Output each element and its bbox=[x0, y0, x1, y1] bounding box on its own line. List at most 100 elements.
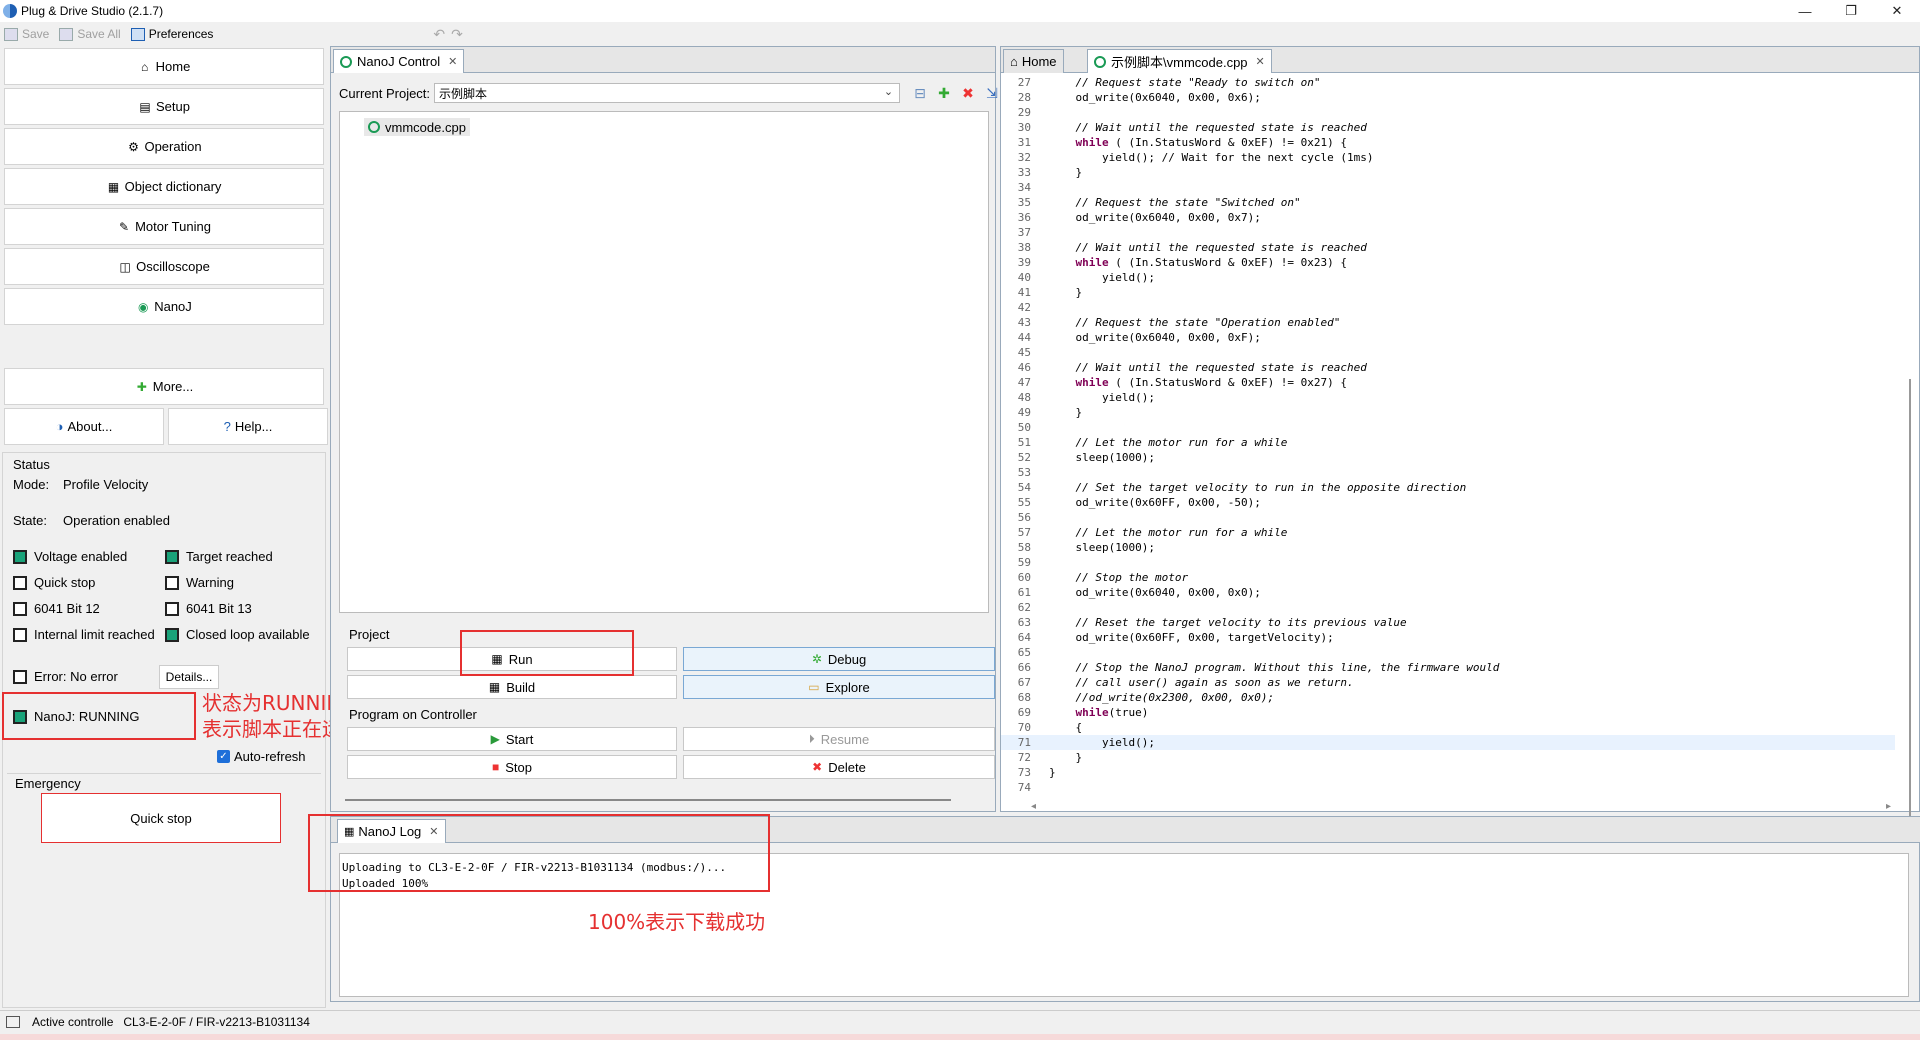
tab-vmmcode[interactable]: 示例脚本\vmmcode.cpp ✕ bbox=[1087, 49, 1272, 73]
maximize-button[interactable]: ❐ bbox=[1828, 0, 1874, 22]
line-text: // Request the state "Operation enabled" bbox=[1049, 316, 1341, 329]
line-number: 45 bbox=[1017, 346, 1031, 359]
import-icon[interactable]: ⊟ bbox=[911, 85, 929, 101]
code-line: 64 od_write(0x60FF, 0x00, targetVelocity… bbox=[1001, 630, 1895, 645]
code-line: 38 // Wait until the requested state is … bbox=[1001, 240, 1895, 255]
setup-icon: ▤ bbox=[139, 99, 151, 114]
line-text: //od_write(0x2300, 0x00, 0x0); bbox=[1049, 691, 1275, 704]
code-line: 30 // Wait until the requested state is … bbox=[1001, 120, 1895, 135]
code-line: 39 while ( (In.StatusWord & 0xEF) != 0x2… bbox=[1001, 255, 1895, 270]
explore-button[interactable]: ▭ Explore bbox=[683, 675, 995, 699]
nav-object-dictionary-button[interactable]: ▦ Object dictionary bbox=[4, 168, 324, 205]
close-tab-icon[interactable]: ✕ bbox=[448, 55, 457, 68]
export-icon[interactable]: ⇲ bbox=[983, 85, 1001, 101]
horizontal-scrollbar[interactable] bbox=[345, 799, 951, 801]
close-tab-icon[interactable]: ✕ bbox=[1256, 55, 1265, 68]
about-button[interactable]: ◑ About... bbox=[4, 408, 164, 445]
mode-label: Mode: bbox=[13, 477, 50, 492]
flag-quick-stop: Quick stop bbox=[13, 575, 95, 590]
annotation-box-upload bbox=[308, 814, 770, 892]
code-line: 74 bbox=[1001, 780, 1895, 795]
code-line: 42 bbox=[1001, 300, 1895, 315]
quick-stop-button[interactable]: Quick stop bbox=[41, 793, 281, 843]
line-number: 48 bbox=[1017, 391, 1031, 404]
line-number: 53 bbox=[1017, 466, 1031, 479]
code-line: 50 bbox=[1001, 420, 1895, 435]
line-number: 31 bbox=[1017, 136, 1031, 149]
active-controller-label: Active controlle bbox=[32, 1014, 114, 1029]
build-button[interactable]: ▦ Build bbox=[347, 675, 677, 699]
remove-icon[interactable]: ✖ bbox=[959, 85, 977, 101]
nav-operation-button[interactable]: ⚙ Operation bbox=[4, 128, 324, 165]
line-number: 50 bbox=[1017, 421, 1031, 434]
code-line: 70 { bbox=[1001, 720, 1895, 735]
line-text: } bbox=[1049, 406, 1083, 419]
tab-home[interactable]: ⌂ Home bbox=[1003, 49, 1064, 73]
keyword: while bbox=[1075, 136, 1109, 149]
add-icon[interactable]: ✚ bbox=[935, 85, 953, 101]
nav-home-button[interactable]: ⌂ Home bbox=[4, 48, 324, 85]
nav-motor-tuning-button[interactable]: ✎ Motor Tuning bbox=[4, 208, 324, 245]
debug-button[interactable]: ✲ Debug bbox=[683, 647, 995, 671]
bug-icon: ✲ bbox=[811, 652, 822, 666]
editor-horizontal-scrollbar[interactable]: ◂ ▸ bbox=[1031, 801, 1891, 813]
nav-nanoj-button[interactable]: ◉ NanoJ bbox=[4, 288, 324, 325]
tree-item-file[interactable]: vmmcode.cpp bbox=[364, 118, 470, 136]
code-line: 41 } bbox=[1001, 285, 1895, 300]
details-button[interactable]: Details... bbox=[159, 665, 219, 689]
stop-icon: ■ bbox=[492, 760, 500, 774]
line-text: } bbox=[1049, 751, 1083, 764]
code-line: 67 // call user() again as soon as we re… bbox=[1001, 675, 1895, 690]
info-logo-icon: ◑ bbox=[55, 419, 64, 434]
code-line: 60 // Stop the motor bbox=[1001, 570, 1895, 585]
minimize-button[interactable]: — bbox=[1782, 0, 1828, 22]
state-label: State: bbox=[13, 513, 47, 528]
line-number: 63 bbox=[1017, 616, 1031, 629]
project-tools: ⊟ ✚ ✖ ⇲ bbox=[911, 85, 1007, 101]
help-button[interactable]: ? Help... bbox=[168, 408, 328, 445]
oscilloscope-icon: ◫ bbox=[119, 259, 131, 274]
line-number: 42 bbox=[1017, 301, 1031, 314]
flag-voltage-enabled: Voltage enabled bbox=[13, 549, 127, 564]
line-number: 54 bbox=[1017, 481, 1031, 494]
line-number: 73 bbox=[1017, 766, 1031, 779]
code-line: 72 } bbox=[1001, 750, 1895, 765]
save-all-button[interactable]: Save All bbox=[59, 27, 121, 41]
emergency-label: Emergency bbox=[15, 776, 81, 791]
line-number: 30 bbox=[1017, 121, 1031, 134]
line-number: 47 bbox=[1017, 376, 1031, 389]
save-button[interactable]: Save bbox=[4, 27, 49, 41]
line-number: 40 bbox=[1017, 271, 1031, 284]
delete-button[interactable]: ✖ Delete bbox=[683, 755, 995, 779]
code-area[interactable]: 27 // Request state "Ready to switch on"… bbox=[1001, 75, 1895, 795]
line-number: 72 bbox=[1017, 751, 1031, 764]
line-text: yield(); bbox=[1049, 736, 1155, 749]
more-button[interactable]: ✚ More... bbox=[4, 368, 324, 405]
line-number: 58 bbox=[1017, 541, 1031, 554]
annotation-box-run bbox=[460, 630, 634, 676]
current-project-select[interactable]: 示例脚本 ⌄ bbox=[434, 83, 901, 103]
nav-oscilloscope-button[interactable]: ◫ Oscilloscope bbox=[4, 248, 324, 285]
led-indicator bbox=[13, 601, 27, 616]
play-icon: ▶ bbox=[490, 732, 500, 746]
code-line: 36 od_write(0x6040, 0x00, 0x7); bbox=[1001, 210, 1895, 225]
close-button[interactable]: ✕ bbox=[1874, 0, 1920, 22]
start-button[interactable]: ▶ Start bbox=[347, 727, 677, 751]
vertical-scrollbar[interactable] bbox=[1909, 379, 1911, 825]
auto-refresh-checkbox[interactable]: ✓ Auto-refresh bbox=[217, 749, 306, 764]
active-controller-value: CL3-E-2-0F / FIR-v2213-B1031134 bbox=[123, 1014, 310, 1029]
code-line: 47 while ( (In.StatusWord & 0xEF) != 0x2… bbox=[1001, 375, 1895, 390]
undo-redo-icon[interactable]: ↶↷ bbox=[433, 26, 468, 43]
code-line: 45 bbox=[1001, 345, 1895, 360]
tab-nanoj-control[interactable]: NanoJ Control ✕ bbox=[333, 49, 465, 73]
nav-setup-button[interactable]: ▤ Setup bbox=[4, 88, 324, 125]
save-all-icon bbox=[59, 27, 74, 41]
resume-button[interactable]: ⏵ Resume bbox=[683, 727, 995, 751]
stop-button[interactable]: ■ Stop bbox=[347, 755, 677, 779]
build-icon: ▦ bbox=[488, 680, 501, 694]
flag-warning: Warning bbox=[165, 575, 234, 590]
chevron-down-icon: ⌄ bbox=[883, 86, 894, 98]
preferences-button[interactable]: Preferences bbox=[130, 27, 213, 41]
line-text: od_write(0x6040, 0x00, 0x0); bbox=[1049, 586, 1261, 599]
flag-internal-limit: Internal limit reached bbox=[13, 627, 155, 642]
